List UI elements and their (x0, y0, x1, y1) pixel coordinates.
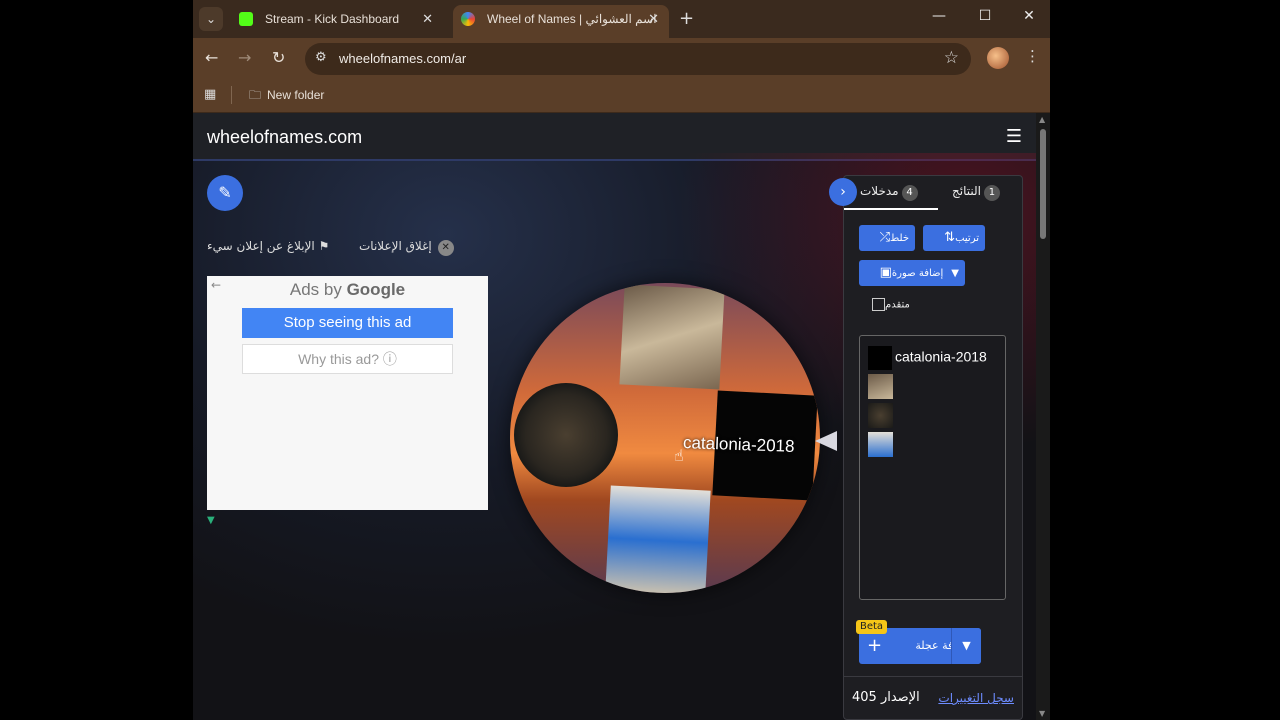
results-count-badge: 1 (983, 185, 1000, 201)
advanced-label: متقدم (885, 299, 910, 311)
close-tab-icon[interactable]: ✕ (422, 5, 433, 33)
tab-results[interactable]: 1النتائج (952, 184, 1000, 201)
entries-count-badge: 4 (901, 185, 918, 201)
ads-by-text: Ads by (289, 280, 342, 299)
folder-icon: 🗀 (249, 88, 262, 102)
tab-title: Wheel of Names | اسم العشوائي (487, 12, 657, 26)
close-window-button[interactable]: ✕ (1009, 8, 1049, 24)
changelog-link[interactable]: سجل التغييرات (938, 691, 1014, 705)
wheel-slice-label: catalonia-2018 (682, 433, 795, 456)
entry-image-thumb (868, 403, 893, 428)
scrollbar-thumb[interactable] (1040, 129, 1046, 239)
entry-color-swatch (868, 346, 892, 370)
tab-entries-label: مدخلات (860, 184, 899, 198)
wheel-pointer-icon (815, 431, 837, 451)
web-page: wheelofnames.com ☰ ✎ ⚑ الإبلاغ عن إعلان … (193, 113, 1036, 720)
shuffle-label: خلط (890, 233, 909, 244)
close-tab-icon[interactable]: ✕ (648, 5, 659, 33)
kick-icon (239, 12, 253, 26)
site-info-icon[interactable]: ⚙ (315, 50, 327, 65)
entry-image-thumb (868, 374, 893, 399)
wheel-icon (461, 12, 475, 26)
entry-label: catalonia-2018 (895, 348, 987, 365)
entry-item: catalonia-2018 (868, 346, 987, 370)
stop-seeing-ad-button[interactable]: Stop seeing this ad (242, 308, 453, 338)
menu-kebab-icon[interactable]: ⋮ (1025, 47, 1040, 65)
google-wordmark: Google (346, 280, 406, 299)
advanced-checkbox[interactable]: متقدم (866, 298, 910, 311)
entries-textarea[interactable]: catalonia-2018 (859, 335, 1006, 600)
bookmarks-bar: ▦ 🗀 New folder (193, 78, 1050, 113)
scroll-up-icon[interactable]: ▲ (1039, 115, 1045, 124)
tab-entries[interactable]: 4مدخلات (860, 184, 918, 201)
browser-window: ⌄ Stream - Kick Dashboard ✕ Wheel of Nam… (193, 0, 1050, 720)
add-wheel-dropdown[interactable]: ▼ (951, 628, 981, 664)
chevron-down-icon[interactable]: ▼ (951, 268, 959, 279)
tab-results-label: النتائج (952, 184, 981, 198)
back-icon[interactable]: ← (205, 48, 218, 67)
report-bad-ad-link[interactable]: ⚑ الإبلاغ عن إعلان سيء (207, 239, 329, 253)
report-ad-label: الإبلاغ عن إعلان سيء (207, 239, 315, 253)
apps-grid-icon[interactable]: ▦ (204, 87, 216, 102)
spinning-wheel[interactable]: catalonia-2018 (510, 283, 820, 593)
sort-label: ترتيب (955, 233, 979, 244)
google-ad-box: ← Ads by Google Stop seeing this ad Why … (207, 276, 488, 510)
panel-footer: الإصدار 405 سجل التغييرات (844, 676, 1022, 720)
address-bar[interactable]: ⚙ wheelofnames.com/ar ☆ (305, 43, 971, 75)
tab-wheel-of-names[interactable]: Wheel of Names | اسم العشوائي ✕ (453, 5, 669, 38)
why-this-ad-button[interactable]: Why this ad? ⓘ (242, 344, 453, 374)
close-ads-label: إغلاق الإعلانات (359, 239, 432, 253)
checkbox-icon[interactable] (872, 298, 885, 311)
wheel-photo-bottom (605, 485, 711, 593)
ads-by-google-title: Ads by Google (207, 280, 488, 300)
forward-icon[interactable]: → (238, 48, 251, 67)
add-image-button[interactable]: ▼ إضافة صورة▣ (859, 260, 965, 286)
close-circle-icon: ✕ (437, 240, 454, 256)
shuffle-button[interactable]: خلط⤮ (859, 225, 915, 251)
url-text[interactable]: wheelofnames.com/ar (339, 51, 466, 66)
tab-kick-dashboard[interactable]: Stream - Kick Dashboard ✕ (231, 5, 443, 38)
tab-search-button[interactable]: ⌄ (199, 7, 223, 31)
bookmark-star-icon[interactable]: ☆ (944, 48, 959, 68)
sort-button[interactable]: ترتيب⇅ (923, 225, 985, 251)
ad-choices-icon[interactable]: ▼ (207, 515, 215, 526)
beta-badge: Beta (856, 620, 888, 634)
shuffle-icon: ⤮ (879, 230, 891, 245)
collapse-panel-button[interactable]: › (829, 178, 857, 206)
bookmark-folder-label: New folder (267, 88, 325, 102)
scroll-down-icon[interactable]: ▼ (1039, 709, 1045, 718)
mouse-cursor-icon: ☝ (674, 446, 684, 465)
active-tab-underline (844, 208, 938, 210)
edit-pencil-button[interactable]: ✎ (207, 175, 243, 211)
browser-toolbar: ← → ↻ ⚙ wheelofnames.com/ar ☆ ⋮ (193, 38, 1050, 78)
maximize-button[interactable]: ☐ (965, 8, 1005, 24)
image-icon: ▣ (879, 265, 892, 280)
hamburger-menu-icon[interactable]: ☰ (1006, 126, 1022, 147)
wheel-photo-left (514, 383, 618, 487)
tab-title: Stream - Kick Dashboard (265, 12, 400, 26)
version-label: الإصدار 405 (852, 690, 920, 705)
sort-icon: ⇅ (944, 230, 956, 245)
entries-panel: 4مدخلات 1النتائج خلط⤮ ترتيب⇅ ▼ إضافة صورة… (843, 175, 1023, 720)
bookmarks-divider (231, 86, 232, 104)
page-scrollbar[interactable]: ▲ ▼ (1036, 113, 1050, 720)
site-header: wheelofnames.com ☰ (193, 113, 1036, 161)
reload-icon[interactable]: ↻ (272, 48, 285, 67)
new-tab-button[interactable]: + (679, 8, 694, 29)
minimize-button[interactable]: — (919, 8, 959, 24)
entry-image-thumb (868, 432, 893, 457)
add-image-label: إضافة صورة (891, 268, 944, 279)
flag-icon: ⚑ (318, 239, 330, 253)
wheel-photo-top (619, 284, 725, 390)
tab-strip: ⌄ Stream - Kick Dashboard ✕ Wheel of Nam… (193, 0, 1050, 38)
chevron-down-icon: ▼ (962, 639, 971, 652)
profile-avatar[interactable] (987, 47, 1009, 69)
bookmark-folder[interactable]: 🗀 New folder (249, 86, 324, 107)
site-title[interactable]: wheelofnames.com (207, 127, 362, 148)
close-ads-link[interactable]: ✕ إغلاق الإعلانات (359, 239, 454, 256)
